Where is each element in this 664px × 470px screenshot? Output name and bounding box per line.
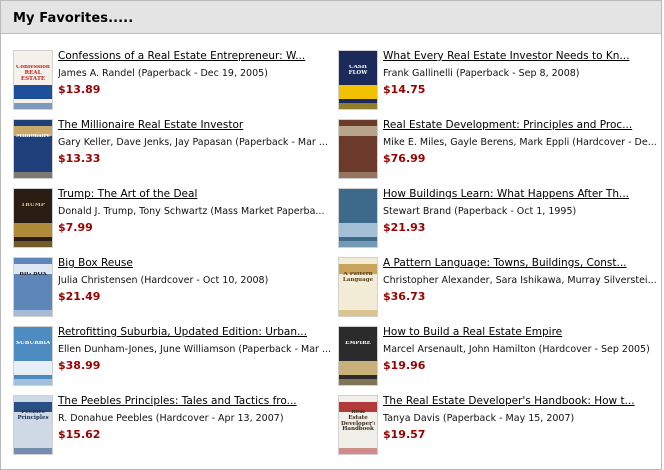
- favorite-item: CASH FLOW What Every Real Estate Investor…: [339, 49, 659, 117]
- item-info: Real Estate Development: Principles and …: [383, 118, 659, 166]
- item-info: Retrofitting Suburbia, Updated Edition: …: [58, 325, 334, 373]
- book-cover-text: SUBURBIA: [16, 341, 50, 346]
- book-cover-text: Millionaire: [16, 134, 50, 139]
- item-title-link[interactable]: How to Build a Real Estate Empire: [383, 325, 659, 339]
- item-author-format: Julia Christensen (Hardcover - Oct 10, 2…: [58, 275, 269, 286]
- item-info: How Buildings Learn: What Happens After …: [383, 187, 659, 235]
- item-author-format: James A. Randel (Paperback - Dec 19, 200…: [58, 68, 268, 79]
- book-cover-image[interactable]: TRUMP: [14, 189, 52, 247]
- book-cover-text: EMPIRE: [345, 341, 371, 346]
- item-author-format: Donald J. Trump, Tony Schwartz (Mass Mar…: [58, 206, 325, 217]
- favorite-item: Peebles Principles The Peebles Principles…: [14, 394, 334, 462]
- book-cover-image[interactable]: SUBURBIA: [14, 327, 52, 385]
- item-author-format: Frank Gallinelli (Paperback - Sep 8, 200…: [383, 68, 580, 79]
- widget-title: My Favorites.....: [13, 11, 134, 26]
- item-title-link[interactable]: The Millionaire Real Estate Investor: [58, 118, 334, 132]
- item-title-link[interactable]: Big Box Reuse: [58, 256, 334, 270]
- favorite-item: BIG BOX Big Box Reuse Julia Christensen (H…: [14, 256, 334, 324]
- item-info: A Pattern Language: Towns, Buildings, Co…: [383, 256, 659, 304]
- item-title-link[interactable]: The Peebles Principles: Tales and Tactic…: [58, 394, 334, 408]
- item-info: The Peebles Principles: Tales and Tactic…: [58, 394, 334, 442]
- item-author-format: Gary Keller, Dave Jenks, Jay Papasan (Pa…: [58, 137, 328, 148]
- favorites-widget: My Favorites..... Confessions REAL ESTAT…: [0, 0, 662, 470]
- favorite-item: EMPIRE How to Build a Real Estate Empire M…: [339, 325, 659, 393]
- item-title-link[interactable]: Retrofitting Suburbia, Updated Edition: …: [58, 325, 334, 339]
- item-info: The Millionaire Real Estate Investor Gary…: [58, 118, 334, 166]
- book-cover-image[interactable]: EMPIRE: [339, 327, 377, 385]
- item-title-link[interactable]: Trump: The Art of the Deal: [58, 187, 334, 201]
- item-author-format: Stewart Brand (Paperback - Oct 1, 1995): [383, 206, 577, 217]
- book-cover-image[interactable]: Peebles Principles: [14, 396, 52, 454]
- item-price: $36.73: [383, 290, 426, 303]
- book-cover-image[interactable]: [339, 120, 377, 178]
- item-info: How to Build a Real Estate Empire Marcel …: [383, 325, 659, 373]
- item-price: $7.99: [58, 221, 93, 234]
- book-cover-image[interactable]: CASH FLOW: [339, 51, 377, 109]
- book-cover-text: CASH FLOW: [348, 65, 368, 76]
- favorite-item: Millionaire The Millionaire Real Estate I…: [14, 118, 334, 186]
- favorite-item: How Buildings Learn: What Happens After …: [339, 187, 659, 255]
- favorite-item: Real Estate Development: Principles and …: [339, 118, 659, 186]
- item-price: $19.57: [383, 428, 426, 441]
- book-cover-image[interactable]: Real Estate Developer's Handbook: [339, 396, 377, 454]
- book-cover-image[interactable]: Millionaire: [14, 120, 52, 178]
- book-cover-image[interactable]: Confessions REAL ESTATE: [14, 51, 52, 109]
- item-title-link[interactable]: The Real Estate Developer's Handbook: Ho…: [383, 394, 659, 408]
- book-cover-text: Real Estate Developer's Handbook: [341, 410, 375, 433]
- item-title-link[interactable]: How Buildings Learn: What Happens After …: [383, 187, 659, 201]
- book-cover-text: BIG BOX: [19, 272, 47, 277]
- book-cover-text: Confessions REAL ESTATE: [16, 65, 50, 82]
- item-info: Confessions of a Real Estate Entrepreneu…: [58, 49, 334, 97]
- item-price: $76.99: [383, 152, 426, 165]
- item-price: $15.62: [58, 428, 101, 441]
- book-cover-image[interactable]: A Pattern Language: [339, 258, 377, 316]
- widget-header: My Favorites.....: [1, 1, 661, 34]
- book-cover-image[interactable]: [339, 189, 377, 247]
- book-cover-image[interactable]: BIG BOX: [14, 258, 52, 316]
- item-price: $13.89: [58, 83, 101, 96]
- item-author-format: Marcel Arsenault, John Hamilton (Hardcov…: [383, 344, 650, 355]
- item-author-format: R. Donahue Peebles (Hardcover - Apr 13, …: [58, 413, 284, 424]
- item-price: $19.96: [383, 359, 426, 372]
- item-title-link[interactable]: Confessions of a Real Estate Entrepreneu…: [58, 49, 334, 63]
- item-author-format: Mike E. Miles, Gayle Berens, Mark Eppli …: [383, 137, 657, 148]
- favorite-item: Real Estate Developer's Handbook The Real…: [339, 394, 659, 462]
- favorite-item: A Pattern Language A Pattern Language: To…: [339, 256, 659, 324]
- item-price: $14.75: [383, 83, 426, 96]
- book-cover-text: A Pattern Language: [342, 272, 374, 283]
- book-cover-text: Peebles Principles: [17, 410, 49, 421]
- favorite-item: Confessions REAL ESTATE Confessions of a …: [14, 49, 334, 117]
- item-title-link[interactable]: A Pattern Language: Towns, Buildings, Co…: [383, 256, 659, 270]
- item-price: $13.33: [58, 152, 101, 165]
- item-info: Trump: The Art of the Deal Donald J. Trum…: [58, 187, 334, 235]
- item-price: $21.49: [58, 290, 101, 303]
- item-title-link[interactable]: Real Estate Development: Principles and …: [383, 118, 659, 132]
- item-price: $38.99: [58, 359, 101, 372]
- book-cover-text: TRUMP: [21, 203, 45, 208]
- item-info: The Real Estate Developer's Handbook: Ho…: [383, 394, 659, 442]
- item-price: $21.93: [383, 221, 426, 234]
- item-title-link[interactable]: What Every Real Estate Investor Needs to…: [383, 49, 659, 63]
- item-info: What Every Real Estate Investor Needs to…: [383, 49, 659, 97]
- item-author-format: Christopher Alexander, Sara Ishikawa, Mu…: [383, 275, 657, 286]
- item-info: Big Box Reuse Julia Christensen (Hardcove…: [58, 256, 334, 304]
- favorite-item: TRUMP Trump: The Art of the Deal Donald J.…: [14, 187, 334, 255]
- item-author-format: Tanya Davis (Paperback - May 15, 2007): [383, 413, 575, 424]
- favorite-item: SUBURBIA Retrofitting Suburbia, Updated E…: [14, 325, 334, 393]
- item-author-format: Ellen Dunham-Jones, June Williamson (Pap…: [58, 344, 332, 355]
